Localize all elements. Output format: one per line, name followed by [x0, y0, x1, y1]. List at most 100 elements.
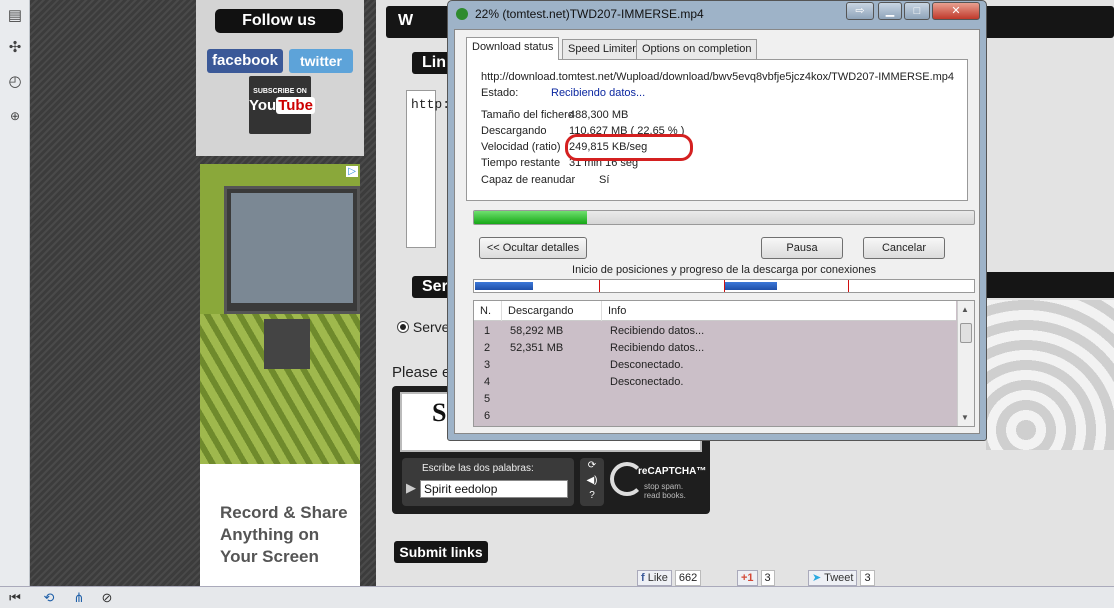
tweet-button[interactable]: ➤ Tweet — [808, 570, 858, 586]
table-scrollbar[interactable]: ▲ ▼ — [957, 301, 974, 426]
google-plus-button[interactable]: +1 — [737, 570, 758, 586]
connections-progress-bar — [473, 279, 975, 293]
help-icon[interactable]: ? — [580, 488, 604, 503]
row-number: 6 — [484, 410, 491, 422]
google-plus-widget: +1 3 — [737, 570, 775, 586]
ad-info-icon[interactable]: ▷ — [346, 166, 358, 177]
minimize-button[interactable]: ▁ — [878, 2, 902, 20]
audio-icon[interactable]: ◀) — [580, 473, 604, 488]
col-header-number[interactable]: N. — [474, 301, 502, 321]
recaptcha-tagline: stop spam. read books. — [644, 482, 686, 500]
idm-arrow-icon[interactable]: ⇨ — [846, 2, 874, 20]
tweet-label: Tweet — [824, 572, 854, 584]
hide-details-button[interactable]: << Ocultar detalles — [479, 237, 587, 259]
row-info: Desconectado. — [610, 376, 684, 388]
captcha-instruction: Please e — [392, 364, 451, 381]
recaptcha-brand: reCAPTCHA™ — [638, 466, 707, 477]
table-row[interactable]: 5 — [474, 391, 956, 408]
twitter-button[interactable]: twitter — [289, 49, 353, 73]
row-number: 1 — [484, 325, 491, 337]
clock-icon[interactable]: ◴ — [5, 72, 25, 92]
connections-progress-label: Inicio de posiciones y progreso de la de… — [572, 264, 876, 276]
connection-1-segment — [475, 282, 533, 290]
twitter-bird-icon: ➤ — [812, 572, 822, 584]
facebook-like-label: Like — [647, 572, 668, 584]
captcha-response-input[interactable]: Spirit eedolop — [420, 480, 568, 498]
speed-label: Velocidad (ratio) — [481, 141, 561, 153]
maximize-button[interactable]: □ — [904, 2, 930, 20]
table-row[interactable]: 6 — [474, 408, 956, 425]
share-icon[interactable]: ⋔ — [70, 589, 88, 607]
row-downloaded: 52,351 MB — [510, 342, 564, 354]
add-icon[interactable]: ⊕ — [5, 106, 25, 126]
row-number: 3 — [484, 359, 491, 371]
tweet-widget: ➤ Tweet 3 — [808, 570, 875, 586]
right-heading-bar — [986, 272, 1114, 298]
plus-count: 3 — [760, 570, 775, 586]
row-info: Recibiendo datos... — [610, 342, 705, 354]
facebook-f-icon: f — [641, 572, 645, 584]
recaptcha-logo: reCAPTCHA™ stop spam. read books. — [608, 460, 707, 506]
radio-selected-icon[interactable] — [397, 321, 409, 333]
advertisement[interactable]: ▷ Record & Share Anything on Your Screen — [200, 164, 360, 586]
youtube-logo-tube: Tube — [276, 97, 315, 114]
links-textarea-text: http: — [411, 97, 451, 112]
tab-download-status[interactable]: Download status — [466, 37, 560, 60]
download-status-panel: http://download.tomtest.net/Wupload/down… — [466, 59, 968, 201]
table-row[interactable]: 4 Desconectado. — [474, 374, 956, 391]
satellite-icon[interactable]: ✣ — [5, 38, 25, 58]
connection-start-marker — [848, 280, 849, 292]
follow-us-title: Follow us — [215, 9, 343, 33]
connections-table: N. Descargando Info 1 58,292 MB Recibien… — [473, 300, 975, 427]
status-label: Estado: — [481, 87, 519, 99]
facebook-like-button[interactable]: f Like — [637, 570, 672, 586]
facebook-button[interactable]: facebook — [207, 49, 283, 73]
table-row[interactable]: 3 Desconectado. — [474, 357, 956, 374]
links-heading: Lin — [412, 52, 452, 74]
ad-tagline: Record & Share Anything on Your Screen — [220, 503, 348, 566]
skip-back-icon[interactable]: ⏮ — [6, 589, 24, 607]
resume-capability-value: Sí — [599, 174, 610, 186]
scroll-up-icon[interactable]: ▲ — [961, 305, 969, 314]
window-title-bar[interactable]: 22% (tomtest.net)TWD207-IMMERSE.mp4 ⇨ ▁ … — [448, 1, 986, 29]
time-left-label: Tiempo restante — [481, 157, 561, 169]
connection-start-marker — [724, 280, 725, 292]
tab-speed-limiter[interactable]: Speed Limiter — [562, 39, 642, 59]
ad-monitor — [224, 186, 360, 314]
row-number: 2 — [484, 342, 491, 354]
servers-heading: Ser — [412, 276, 452, 298]
server-radio-label: Serve — [412, 319, 450, 335]
connection-2-segment — [725, 282, 777, 290]
links-textarea[interactable]: http: — [406, 90, 450, 248]
ad-image: ▷ — [200, 164, 360, 464]
youtube-subscribe-button[interactable]: SUBSCRIBE ON You Tube — [249, 76, 315, 134]
sync-icon[interactable]: ⟲ — [40, 589, 58, 607]
close-button[interactable]: ✕ — [932, 2, 980, 20]
block-icon[interactable]: ⊘ — [98, 589, 116, 607]
tab-options-on-completion[interactable]: Options on completion — [636, 39, 758, 59]
col-header-info[interactable]: Info — [602, 301, 956, 321]
decorative-swirl — [986, 300, 1114, 450]
server-radio-option[interactable]: Serve — [397, 319, 449, 335]
scrollbar-thumb[interactable] — [960, 323, 972, 343]
table-row[interactable]: 2 52,351 MB Recibiendo datos... — [474, 340, 956, 357]
speed-highlight-annotation — [565, 134, 693, 161]
col-header-downloaded[interactable]: Descargando — [502, 301, 602, 321]
recaptcha-tagline-2: read books. — [644, 491, 686, 500]
downloaded-label: Descargando — [481, 125, 547, 137]
file-size-value: 488,300 MB — [569, 109, 629, 121]
ad-monitor-stand — [264, 319, 310, 369]
follow-us-panel: Follow us facebook twitter SUBSCRIBE ON … — [196, 0, 364, 156]
download-url: http://download.tomtest.net/Wupload/down… — [481, 71, 955, 83]
refresh-icon[interactable]: ⟳ — [580, 458, 604, 473]
chat-icon[interactable]: ▤ — [5, 6, 25, 26]
file-size-label: Tamaño del fichero — [481, 109, 574, 121]
pause-button[interactable]: Pausa — [761, 237, 843, 259]
scroll-down-icon[interactable]: ▼ — [961, 413, 969, 422]
submit-links-button[interactable]: Submit links — [394, 541, 488, 563]
youtube-subscribe-text: SUBSCRIBE ON — [253, 88, 307, 95]
table-row[interactable]: 1 58,292 MB Recibiendo datos... — [474, 323, 956, 340]
download-progress-bar — [473, 210, 975, 225]
cancel-button[interactable]: Cancelar — [863, 237, 945, 259]
youtube-logo: You Tube — [249, 97, 315, 114]
